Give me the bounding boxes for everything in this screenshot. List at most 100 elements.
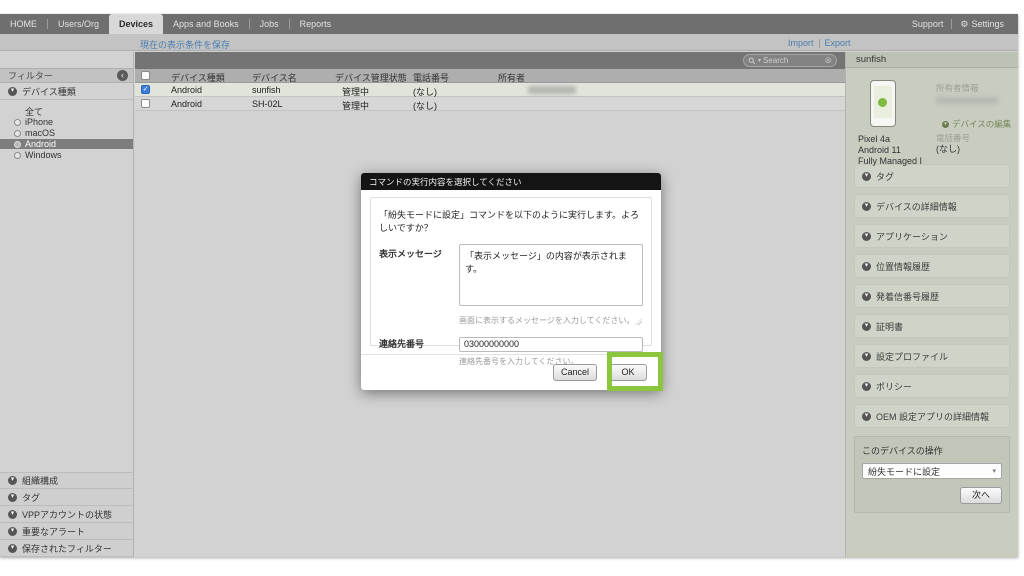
device-type-android[interactable]: Android bbox=[0, 139, 133, 149]
filter-section-org[interactable]: ▾組織構成 bbox=[0, 472, 133, 489]
cell-device-type: Android bbox=[171, 85, 202, 95]
cell-status: 管理中 bbox=[342, 99, 369, 112]
panel-section-label: ポリシー bbox=[876, 380, 912, 393]
filter-section-tags[interactable]: ▾タグ bbox=[0, 489, 133, 506]
save-current-view-link[interactable]: 現在の表示条件を保存 bbox=[140, 38, 230, 51]
nav-tab-devices[interactable]: Devices bbox=[109, 14, 163, 34]
modal-title-bar: コマンドの実行内容を選択してください bbox=[361, 173, 661, 190]
cell-device-type: Android bbox=[171, 99, 202, 109]
display-message-label: 表示メッセージ bbox=[379, 244, 459, 326]
resize-grip-icon[interactable] bbox=[635, 318, 642, 325]
export-link[interactable]: Export bbox=[825, 38, 851, 48]
device-name-title: sunfish bbox=[856, 54, 886, 65]
contact-number-input[interactable] bbox=[459, 337, 643, 352]
display-message-field: 表示メッセージ 「表示メッセージ」の内容が表示されます。 画面に表示するメッセー… bbox=[379, 244, 643, 326]
panel-section-label: デバイスの詳細情報 bbox=[876, 200, 957, 213]
row-checkbox-unchecked[interactable] bbox=[141, 99, 150, 108]
cell-phone: (なし) bbox=[413, 99, 437, 112]
nav-tab-reports[interactable]: Reports bbox=[290, 14, 342, 34]
support-link[interactable]: Support bbox=[904, 14, 952, 34]
device-photo-screen bbox=[874, 86, 892, 118]
filter-section-label: 保存されたフィルター bbox=[22, 542, 112, 555]
ok-button[interactable]: OK bbox=[609, 364, 647, 381]
collapse-sidebar-button[interactable]: ‹ bbox=[117, 70, 128, 81]
chevron-circle-icon: ▾ bbox=[862, 292, 871, 301]
device-actions-title: このデバイスの操作 bbox=[862, 444, 1002, 457]
cell-owner-redacted bbox=[528, 86, 576, 94]
edit-device-link[interactable]: ▾ デバイスの編集 bbox=[942, 118, 1011, 130]
action-select-value: 紛失モードに設定 bbox=[868, 465, 992, 478]
chevron-circle-icon: ▾ bbox=[862, 232, 871, 241]
table-row[interactable]: ✓ Android sunfish 管理中 (なし) bbox=[135, 83, 845, 97]
panel-section-certificates[interactable]: ▾証明書 bbox=[854, 314, 1010, 338]
modal-form-panel: 「紛失モードに設定」コマンドを以下のように実行します。よろしいですか？ 表示メッ… bbox=[370, 197, 652, 346]
nav-tab-jobs[interactable]: Jobs bbox=[250, 14, 289, 34]
nav-tab-apps-and-books[interactable]: Apps and Books bbox=[163, 14, 249, 34]
chevron-circle-icon: ▾ bbox=[862, 172, 871, 181]
search-icon bbox=[748, 57, 756, 65]
chevron-circle-icon: ▾ bbox=[8, 493, 17, 502]
panel-section-location-history[interactable]: ▾位置情報履歴 bbox=[854, 254, 1010, 278]
settings-link[interactable]: ⚙Settings bbox=[952, 14, 1012, 34]
panel-section-call-history[interactable]: ▾発着信番号履歴 bbox=[854, 284, 1010, 308]
panel-section-applications[interactable]: ▾アプリケーション bbox=[854, 224, 1010, 248]
filter-section-device-type[interactable]: ▾ デバイス種類 bbox=[0, 83, 133, 100]
panel-section-label: 設定プロファイル bbox=[876, 350, 948, 363]
search-box[interactable]: ▾ ⊗ bbox=[743, 54, 837, 67]
device-type-label: Android bbox=[25, 139, 56, 149]
select-all-checkbox[interactable] bbox=[141, 71, 150, 80]
device-type-label: macOS bbox=[25, 128, 55, 138]
phone-number-value: (なし) bbox=[936, 142, 960, 155]
chevron-circle-icon: ▾ bbox=[862, 262, 871, 271]
panel-section-tags[interactable]: ▾タグ bbox=[854, 164, 1010, 188]
nav-tab-home[interactable]: HOME bbox=[0, 14, 47, 34]
table-header-row: デバイス種類 デバイス名 デバイス管理状態 電話番号 所有者 bbox=[135, 69, 845, 83]
next-button[interactable]: 次へ bbox=[960, 487, 1002, 504]
radio-icon bbox=[14, 130, 21, 137]
device-type-windows[interactable]: Windows bbox=[0, 150, 133, 160]
confirm-message: 「紛失モードに設定」コマンドを以下のように実行します。よろしいですか？ bbox=[379, 208, 643, 234]
search-input[interactable] bbox=[763, 56, 822, 65]
device-type-iphone[interactable]: iPhone bbox=[0, 117, 133, 127]
device-type-label: Windows bbox=[25, 150, 62, 160]
filter-section-alerts[interactable]: ▾重要なアラート bbox=[0, 523, 133, 540]
edit-icon: ▾ bbox=[942, 121, 949, 128]
panel-section-config-profiles[interactable]: ▾ 設定プロファイル bbox=[854, 344, 1010, 368]
filter-section-saved-filters[interactable]: ▾ 保存されたフィルター bbox=[0, 540, 133, 557]
chevron-circle-icon: ▾ bbox=[8, 544, 17, 553]
chevron-circle-icon: ▾ bbox=[862, 352, 871, 361]
filter-section-vpp[interactable]: ▾ VPPアカウントの状態 bbox=[0, 506, 133, 523]
clear-search-icon[interactable]: ⊗ bbox=[824, 56, 832, 65]
cell-device-name: sunfish bbox=[252, 85, 281, 95]
android-logo-icon bbox=[878, 98, 887, 107]
screenshot-stage: HOME Users/Org Devices Apps and Books Jo… bbox=[0, 0, 1024, 576]
table-toolbar: ▾ ⊗ bbox=[135, 52, 845, 69]
import-link[interactable]: Import bbox=[788, 38, 814, 48]
device-type-all[interactable]: 全て bbox=[0, 106, 133, 116]
row-checkbox-checked[interactable]: ✓ bbox=[141, 85, 150, 94]
gear-icon: ⚙ bbox=[960, 19, 968, 30]
panel-section-policies[interactable]: ▾ ポリシー bbox=[854, 374, 1010, 398]
display-message-help: 画面に表示するメッセージを入力してください。 bbox=[459, 315, 643, 326]
display-message-textarea[interactable]: 「表示メッセージ」の内容が表示されます。 bbox=[459, 244, 643, 306]
action-select[interactable]: 紛失モードに設定 ▾ bbox=[862, 463, 1002, 479]
device-type-macos[interactable]: macOS bbox=[0, 128, 133, 138]
chevron-circle-icon: ▾ bbox=[862, 382, 871, 391]
panel-section-device-details[interactable]: ▾デバイスの詳細情報 bbox=[854, 194, 1010, 218]
filter-section-label: VPPアカウントの状態 bbox=[22, 508, 112, 521]
device-specs: Pixel 4a Android 11 Fully Managed I bbox=[858, 134, 922, 167]
device-type-list: 全て iPhone macOS Android Windows bbox=[0, 100, 133, 160]
nav-tab-users-org[interactable]: Users/Org bbox=[48, 14, 109, 34]
chevron-down-icon: ▾ bbox=[992, 467, 996, 475]
table-row[interactable]: Android SH-02L 管理中 (なし) bbox=[135, 97, 845, 111]
search-scope-dropdown-icon[interactable]: ▾ bbox=[758, 57, 761, 64]
panel-section-label: OEM 設定アプリの詳細情報 bbox=[876, 410, 989, 423]
chevron-circle-icon: ▾ bbox=[8, 87, 17, 96]
chevron-circle-icon: ▾ bbox=[8, 510, 17, 519]
filter-section-label: デバイス種類 bbox=[22, 85, 76, 98]
cancel-button[interactable]: Cancel bbox=[553, 364, 597, 381]
radio-icon bbox=[14, 152, 21, 159]
device-detail-panel: sunfish Pixel 4a Android 11 Fully Manage… bbox=[845, 52, 1018, 557]
filter-title: フィルター bbox=[8, 69, 117, 82]
panel-section-oem-config[interactable]: ▾OEM 設定アプリの詳細情報 bbox=[854, 404, 1010, 428]
